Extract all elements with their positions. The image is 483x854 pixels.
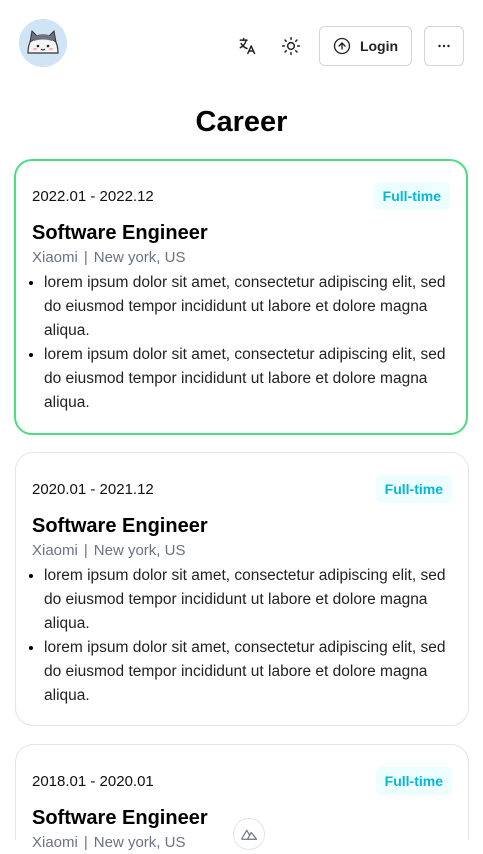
list-item: lorem ipsum dolor sit amet, consectetur …: [44, 636, 452, 708]
job-meta: Xiaomi | New york, US: [32, 540, 452, 562]
top-header: Login: [0, 0, 483, 92]
cat-avatar-icon: [19, 19, 67, 67]
job-meta: Xiaomi | New york, US: [32, 247, 450, 269]
job-location: New york, US: [93, 542, 186, 559]
translate-icon: [239, 37, 256, 55]
sun-icon: [281, 36, 301, 56]
avatar[interactable]: [19, 19, 67, 67]
arrow-up-circle-icon: [333, 37, 351, 55]
job-location: New york, US: [93, 834, 186, 851]
job-title: Software Engineer: [32, 515, 208, 537]
company-name: Xiaomi: [32, 834, 78, 851]
meta-separator: |: [83, 249, 88, 266]
login-button[interactable]: Login: [319, 26, 412, 66]
employment-type-badge: Full-time: [375, 767, 452, 795]
career-card[interactable]: 2022.01 - 2022.12 Full-time Software Eng…: [14, 159, 468, 435]
job-location: New york, US: [93, 249, 186, 266]
list-item: lorem ipsum dolor sit amet, consectetur …: [44, 343, 450, 415]
meta-separator: |: [83, 834, 88, 851]
responsibility-list: lorem ipsum dolor sit amet, consectetur …: [32, 271, 450, 415]
employment-type-badge: Full-time: [375, 475, 452, 503]
more-horizontal-icon: [438, 44, 450, 48]
nuxt-logo-icon: [240, 829, 258, 840]
career-card[interactable]: 2020.01 - 2021.12 Full-time Software Eng…: [15, 452, 469, 726]
page-title: Career: [195, 106, 288, 138]
list-item: lorem ipsum dolor sit amet, consectetur …: [44, 271, 450, 343]
meta-separator: |: [83, 542, 88, 559]
login-label: Login: [359, 38, 399, 54]
career-date: 2018.01 - 2020.01: [32, 773, 154, 790]
translate-button[interactable]: [233, 32, 261, 60]
devtools-button[interactable]: [233, 818, 265, 850]
job-title: Software Engineer: [32, 222, 208, 244]
career-date: 2022.01 - 2022.12: [32, 188, 154, 205]
career-date: 2020.01 - 2021.12: [32, 481, 154, 498]
more-button[interactable]: [424, 26, 464, 66]
company-name: Xiaomi: [32, 249, 78, 266]
company-name: Xiaomi: [32, 542, 78, 559]
theme-toggle-button[interactable]: [277, 32, 305, 60]
employment-type-badge: Full-time: [373, 182, 450, 210]
list-item: lorem ipsum dolor sit amet, consectetur …: [44, 564, 452, 636]
responsibility-list: lorem ipsum dolor sit amet, consectetur …: [32, 564, 452, 708]
